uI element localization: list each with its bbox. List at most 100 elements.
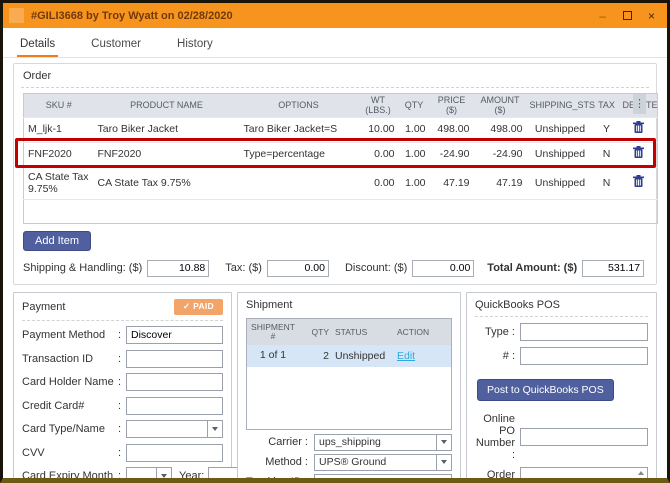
trash-icon[interactable]	[633, 175, 644, 188]
maximize-icon[interactable]	[623, 11, 632, 20]
discount-input[interactable]	[412, 260, 474, 277]
total-amount-input[interactable]	[582, 260, 644, 277]
window-title: #GILI3668 by Troy Wyatt on 02/28/2020	[31, 10, 233, 22]
edit-shipment-link[interactable]: Edit	[397, 350, 415, 362]
col-price[interactable]: PRICE ($)	[430, 94, 474, 118]
card-holder-name-input[interactable]	[126, 373, 223, 391]
method-value: UPS® Ground	[319, 456, 386, 468]
cell-options	[240, 167, 358, 199]
qb-type-input[interactable]	[520, 323, 648, 341]
shipping-handling-input[interactable]	[147, 260, 209, 277]
divider	[21, 87, 649, 88]
card-type-select[interactable]	[126, 420, 223, 438]
col-sku[interactable]: SKU #	[24, 94, 94, 118]
cell-tax: N	[594, 167, 620, 199]
divider	[475, 316, 648, 317]
qb-number-label: # :	[475, 350, 520, 362]
credit-card-label: Credit Card#	[22, 400, 118, 412]
order-table: SKU # PRODUCT NAME OPTIONS WT (LBS.) QTY…	[23, 93, 647, 224]
col-shipment-action[interactable]: ACTION	[393, 327, 451, 337]
tracking-id-input[interactable]	[314, 474, 452, 483]
payment-method-input[interactable]	[126, 326, 223, 344]
cell-sku: CA State Tax 9.75%	[24, 167, 94, 199]
cell-qty: 1.00	[399, 142, 430, 167]
method-select[interactable]: UPS® Ground	[314, 454, 452, 471]
scroll-up-icon[interactable]	[638, 471, 644, 475]
order-section-label: Order	[21, 68, 649, 87]
tab-bar: Details Customer History	[3, 28, 667, 58]
table-row: CA State Tax 9.75% CA State Tax 9.75% 0.…	[24, 167, 658, 199]
column-menu-icon[interactable]: ⋮	[633, 94, 646, 114]
trash-icon[interactable]	[633, 146, 644, 159]
cell-tax: Y	[594, 117, 620, 142]
shipment-table-header: SHIPMENT # QTY STATUS ACTION	[247, 319, 451, 345]
cvv-input[interactable]	[126, 444, 223, 462]
carrier-select[interactable]: ups_shipping	[314, 434, 452, 451]
col-shipment-status[interactable]: STATUS	[331, 327, 393, 337]
online-po-number-label: Online PO Number :	[475, 413, 520, 461]
col-qty[interactable]: QTY	[399, 94, 430, 118]
tab-details[interactable]: Details	[17, 32, 58, 57]
col-tax[interactable]: TAX	[594, 94, 620, 118]
cell-price: 47.19	[430, 167, 474, 199]
post-to-quickbooks-button[interactable]: Post to QuickBooks POS	[477, 379, 614, 401]
quickbooks-section: QuickBooks POS Type : # : Post to QuickB…	[466, 292, 657, 482]
cell-price: 498.00	[430, 117, 474, 142]
payment-method-label: Payment Method	[22, 329, 118, 341]
shipment-qty-value: 2	[299, 350, 331, 362]
shipment-status-value: Unshipped	[331, 350, 393, 362]
chevron-down-icon	[436, 435, 451, 450]
transaction-id-input[interactable]	[126, 350, 223, 368]
card-type-label: Card Type/Name	[22, 423, 118, 435]
col-shipment-qty[interactable]: QTY	[299, 327, 331, 337]
carrier-value: ups_shipping	[319, 436, 381, 448]
col-shipping-sts[interactable]: SHIPPING_STS	[527, 94, 594, 118]
col-product-name[interactable]: PRODUCT NAME	[94, 94, 240, 118]
cell-amount: 498.00	[474, 117, 527, 142]
shipment-row: 1 of 1 2 Unshipped Edit	[247, 345, 451, 367]
col-amount[interactable]: AMOUNT ($)	[474, 94, 527, 118]
cell-product-name: Taro Biker Jacket	[94, 117, 240, 142]
col-options[interactable]: OPTIONS	[240, 94, 358, 118]
shipment-section: Shipment SHIPMENT # QTY STATUS ACTION 1 …	[237, 292, 461, 482]
scrollbar[interactable]	[635, 469, 646, 483]
method-label: Method :	[246, 456, 314, 468]
cell-sku: FNF2020	[24, 142, 94, 167]
tab-history[interactable]: History	[174, 32, 216, 57]
cvv-label: CVV	[22, 447, 118, 459]
chevron-down-icon	[207, 421, 222, 437]
card-holder-name-label: Card Holder Name	[22, 376, 118, 388]
cell-amount: -24.90	[474, 142, 527, 167]
expiry-month-select[interactable]	[126, 467, 172, 483]
cell-wt: 0.00	[358, 142, 399, 167]
cell-qty: 1.00	[399, 167, 430, 199]
cell-shipping-sts: Unshipped	[527, 117, 594, 142]
add-item-button[interactable]: Add Item	[23, 231, 91, 251]
cell-wt: 10.00	[358, 117, 399, 142]
trash-icon[interactable]	[633, 121, 644, 134]
qb-number-input[interactable]	[520, 347, 648, 365]
cell-price: -24.90	[430, 142, 474, 167]
tax-input[interactable]	[267, 260, 329, 277]
minimize-icon[interactable]: –	[599, 10, 607, 22]
shipment-table: SHIPMENT # QTY STATUS ACTION 1 of 1 2 Un…	[246, 318, 452, 430]
tab-customer[interactable]: Customer	[88, 32, 144, 57]
order-notes-textarea[interactable]	[520, 467, 648, 483]
titlebar: #GILI3668 by Troy Wyatt on 02/28/2020 – …	[3, 3, 667, 28]
card-expiry-month-label: Card Expiry Month	[22, 470, 118, 482]
cell-product-name: CA State Tax 9.75%	[94, 167, 240, 199]
credit-card-input[interactable]	[126, 397, 223, 415]
divider	[22, 320, 223, 321]
col-shipment-number[interactable]: SHIPMENT #	[247, 323, 299, 342]
close-icon[interactable]: ×	[648, 10, 655, 22]
table-row-highlighted: FNF2020 FNF2020 Type=percentage 0.00 1.0…	[24, 142, 658, 167]
total-amount-label: Total Amount: ($)	[487, 262, 577, 274]
cell-qty: 1.00	[399, 117, 430, 142]
table-empty-area	[24, 199, 658, 223]
cell-options: Taro Biker Jacket=S	[240, 117, 358, 142]
cell-options: Type=percentage	[240, 142, 358, 167]
chevron-down-icon	[156, 468, 171, 483]
col-weight[interactable]: WT (LBS.)	[358, 94, 399, 118]
table-row: M_ljk-1 Taro Biker Jacket Taro Biker Jac…	[24, 117, 658, 142]
online-po-number-input[interactable]	[520, 428, 648, 446]
